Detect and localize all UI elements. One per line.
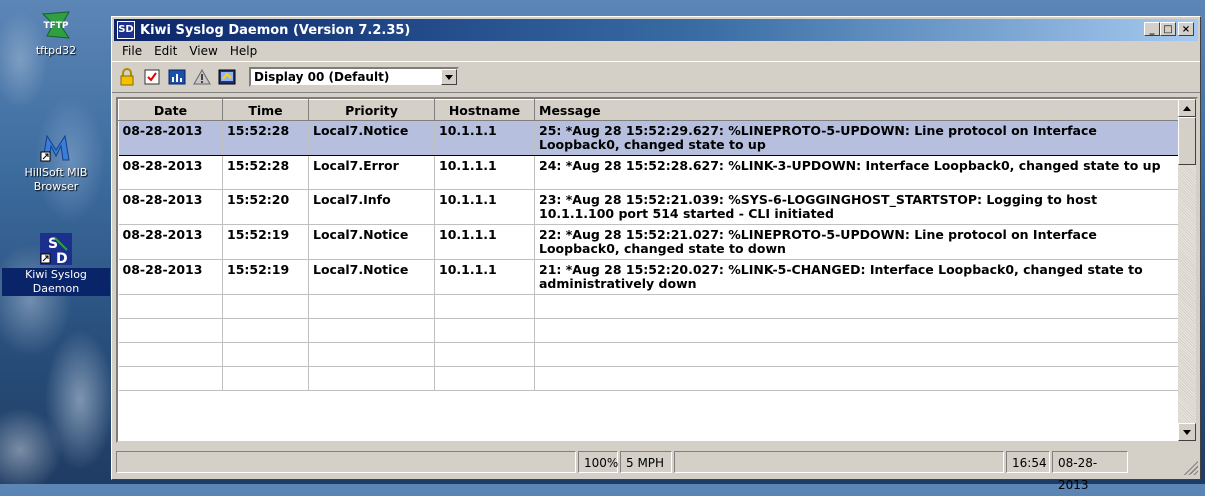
menu-view[interactable]: View [183, 44, 223, 58]
desktop-icon-mib-browser[interactable]: HillSoft MIB Browser [2, 130, 110, 194]
cell-hostname: 10.1.1.1 [434, 120, 535, 156]
cell-hostname: 10.1.1.1 [434, 189, 535, 225]
lock-icon[interactable] [116, 66, 138, 88]
maximize-button[interactable]: □ [1160, 22, 1176, 36]
cell-hostname: 10.1.1.1 [434, 259, 535, 295]
desktop-icon-label: HillSoft MIB Browser [24, 166, 88, 193]
table-row[interactable]: 08-28-2013 15:52:19 Local7.Notice 10.1.1… [118, 224, 1179, 260]
message-table: Date Time Priority Hostname Message 08-2… [118, 99, 1179, 391]
table-row[interactable]: 08-28-2013 15:52:28 Local7.Notice 10.1.1… [118, 120, 1179, 156]
table-row[interactable]: 08-28-2013 15:52:28 Local7.Error 10.1.1.… [118, 155, 1179, 190]
status-speed: 5 MPH [620, 451, 672, 473]
status-pane-empty [674, 451, 1004, 473]
svg-text:TFTP: TFTP [43, 21, 68, 31]
cell-time: 15:52:20 [222, 189, 309, 225]
chevron-down-icon[interactable] [441, 69, 457, 85]
window-controls: _ □ × [1144, 22, 1194, 36]
column-header-time[interactable]: Time [222, 99, 309, 121]
empty-row [118, 366, 1179, 391]
desktop-icon-label: Kiwi Syslog Daemon [2, 268, 110, 296]
cell-message: 21: *Aug 28 15:52:20.027: %LINK-5-CHANGE… [534, 259, 1179, 295]
empty-row [118, 318, 1179, 343]
desktop-icon-tftpd32[interactable]: TFTP tftpd32 [2, 8, 110, 58]
desktop-icon-kiwi-syslog[interactable]: S D Kiwi Syslog Daemon [2, 232, 110, 296]
empty-row [118, 294, 1179, 319]
vertical-scrollbar[interactable] [1178, 99, 1196, 441]
window-title: Kiwi Syslog Daemon (Version 7.2.35) [140, 22, 411, 38]
tftp-icon: TFTP [39, 8, 73, 42]
cell-date: 08-28-2013 [118, 224, 223, 260]
scroll-down-button[interactable] [1178, 423, 1196, 441]
column-header-date[interactable]: Date [118, 99, 223, 121]
cell-priority: Local7.Info [308, 189, 435, 225]
desktop-icon-label: tftpd32 [35, 44, 77, 57]
checkbox-icon[interactable] [141, 66, 163, 88]
cell-hostname: 10.1.1.1 [434, 224, 535, 260]
cell-message: 24: *Aug 28 15:52:28.627: %LINK-3-UPDOWN… [534, 155, 1179, 190]
table-header: Date Time Priority Hostname Message [118, 99, 1179, 121]
status-time: 16:54 [1006, 451, 1050, 473]
scroll-up-button[interactable] [1178, 99, 1196, 117]
cell-priority: Local7.Notice [308, 120, 435, 156]
cell-time: 15:52:28 [222, 155, 309, 190]
scrollbar-thumb[interactable] [1178, 117, 1196, 165]
menu-help[interactable]: Help [224, 44, 263, 58]
menu-file[interactable]: File [116, 44, 148, 58]
cell-time: 15:52:28 [222, 120, 309, 156]
cell-priority: Local7.Notice [308, 259, 435, 295]
svg-text:D: D [56, 251, 68, 266]
kiwi-syslog-icon: S D [39, 232, 73, 267]
title-bar[interactable]: SD Kiwi Syslog Daemon (Version 7.2.35) _… [114, 19, 1198, 41]
cell-date: 08-28-2013 [118, 259, 223, 295]
mib-browser-icon [39, 130, 73, 164]
cell-message: 23: *Aug 28 15:52:21.039: %SYS-6-LOGGING… [534, 189, 1179, 225]
resize-grip[interactable] [1182, 459, 1198, 475]
status-pane-main [116, 451, 576, 473]
cell-date: 08-28-2013 [118, 120, 223, 156]
toolbar: Display 00 (Default) [112, 61, 1200, 93]
display-icon[interactable] [216, 66, 238, 88]
menu-bar: File Edit View Help [112, 41, 1200, 61]
cell-hostname: 10.1.1.1 [434, 155, 535, 190]
cell-time: 15:52:19 [222, 224, 309, 260]
cell-time: 15:52:19 [222, 259, 309, 295]
cell-date: 08-28-2013 [118, 189, 223, 225]
minimize-button[interactable]: _ [1144, 22, 1160, 36]
status-bar: 100% 5 MPH 16:54 08-28-2013 [116, 451, 1198, 492]
kiwi-syslog-window: SD Kiwi Syslog Daemon (Version 7.2.35) _… [111, 16, 1201, 492]
table-row[interactable]: 08-28-2013 15:52:19 Local7.Notice 10.1.1… [118, 259, 1179, 295]
status-zoom: 100% [578, 451, 618, 473]
close-button[interactable]: × [1178, 22, 1194, 36]
cell-message: 22: *Aug 28 15:52:21.027: %LINEPROTO-5-U… [534, 224, 1179, 260]
display-select[interactable]: Display 00 (Default) [249, 67, 459, 87]
table-row[interactable]: 08-28-2013 15:52:20 Local7.Info 10.1.1.1… [118, 189, 1179, 225]
cell-priority: Local7.Notice [308, 224, 435, 260]
menu-edit[interactable]: Edit [148, 44, 183, 58]
column-header-message[interactable]: Message [534, 99, 1179, 121]
kiwi-app-icon: SD [117, 21, 135, 39]
column-header-priority[interactable]: Priority [308, 99, 435, 121]
status-date: 08-28-2013 [1052, 451, 1128, 492]
column-header-hostname[interactable]: Hostname [434, 99, 535, 121]
message-grid: Date Time Priority Hostname Message 08-2… [116, 97, 1198, 443]
display-select-value: Display 00 (Default) [254, 70, 390, 84]
chart-icon[interactable] [166, 66, 188, 88]
empty-row [118, 342, 1179, 367]
cell-date: 08-28-2013 [118, 155, 223, 190]
cell-priority: Local7.Error [308, 155, 435, 190]
cell-message: 25: *Aug 28 15:52:29.627: %LINEPROTO-5-U… [534, 120, 1179, 156]
warning-icon[interactable] [191, 66, 213, 88]
